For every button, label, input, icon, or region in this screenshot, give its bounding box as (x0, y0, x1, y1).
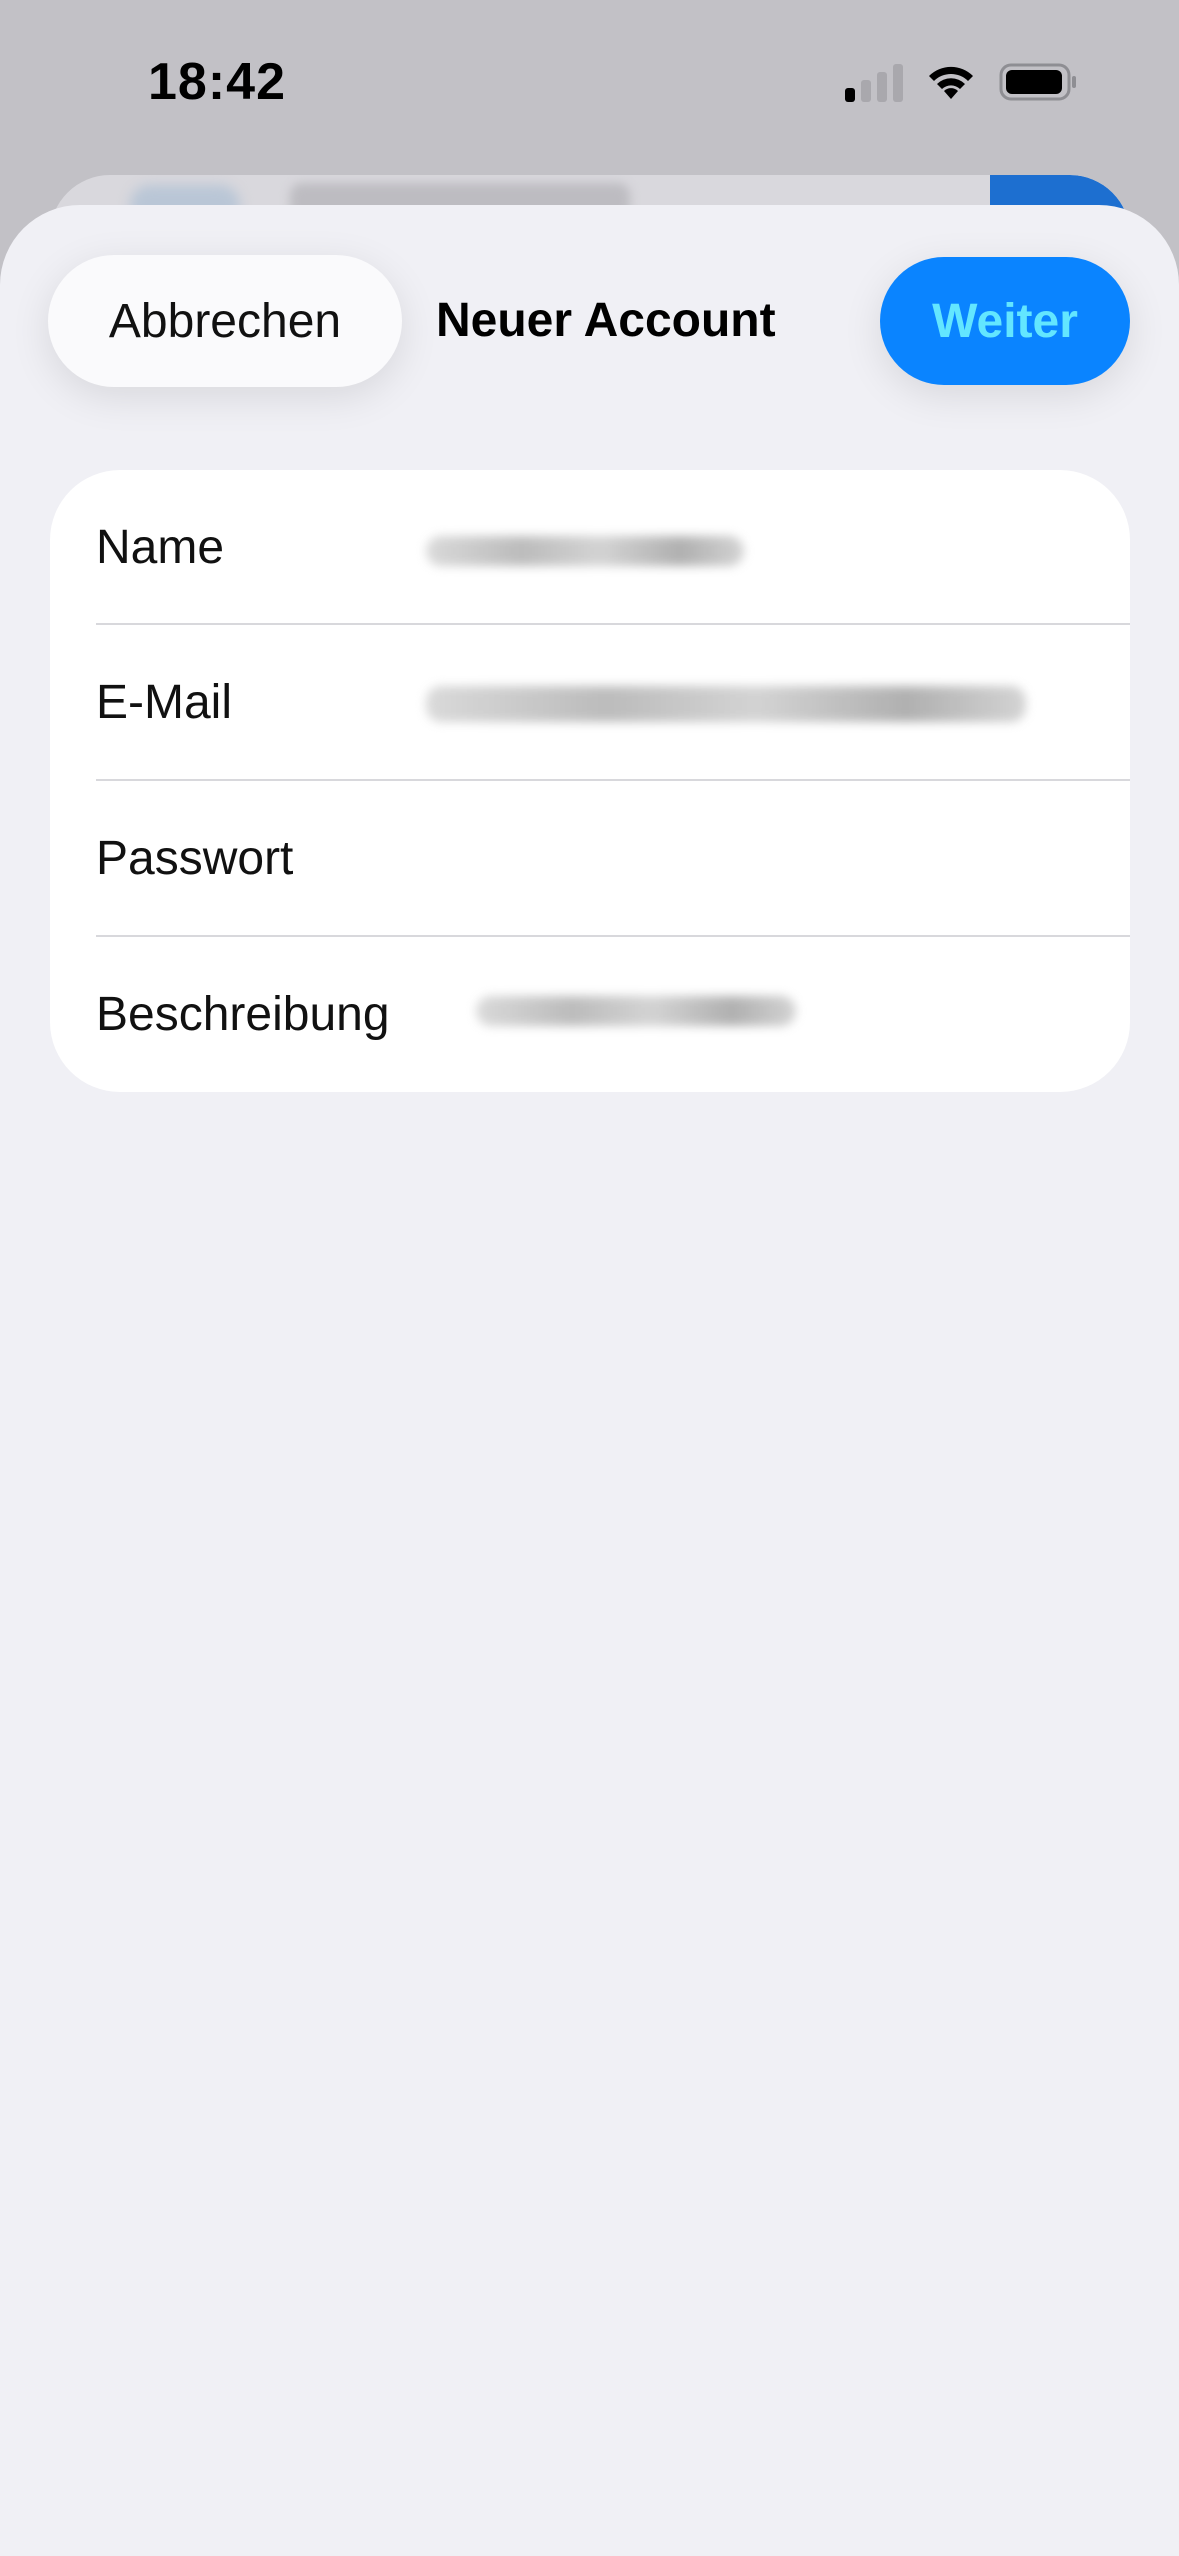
cellular-signal-icon (845, 62, 903, 102)
account-form: Name E-Mail Passwort Beschreibung (50, 470, 1130, 1092)
name-label: Name (96, 520, 225, 574)
status-icons (845, 62, 1079, 102)
password-label: Passwort (96, 831, 294, 885)
screen: 18:42 Abbrechen Neuer Account Weiter Nam… (0, 0, 1179, 2556)
page-title: Neuer Account (436, 294, 776, 347)
description-field[interactable] (476, 936, 1076, 1092)
new-account-sheet: Abbrechen Neuer Account Weiter Name E-Ma… (0, 205, 1179, 2556)
password-field[interactable] (424, 780, 1074, 936)
cancel-button[interactable]: Abbrechen (48, 255, 402, 387)
wifi-icon (929, 66, 973, 99)
form-row-email[interactable]: E-Mail (96, 624, 1084, 780)
status-bar: 18:42 (0, 0, 1179, 170)
form-row-password[interactable]: Passwort (96, 780, 1084, 936)
description-label: Beschreibung (96, 987, 390, 1041)
battery-icon (999, 63, 1076, 101)
email-label: E-Mail (96, 675, 233, 729)
form-row-description[interactable]: Beschreibung (96, 936, 1084, 1092)
name-field[interactable] (424, 470, 1074, 624)
email-field[interactable] (424, 624, 1074, 780)
form-row-name[interactable]: Name (96, 470, 1084, 624)
status-time: 18:42 (148, 53, 286, 111)
next-button[interactable]: Weiter (880, 257, 1130, 385)
